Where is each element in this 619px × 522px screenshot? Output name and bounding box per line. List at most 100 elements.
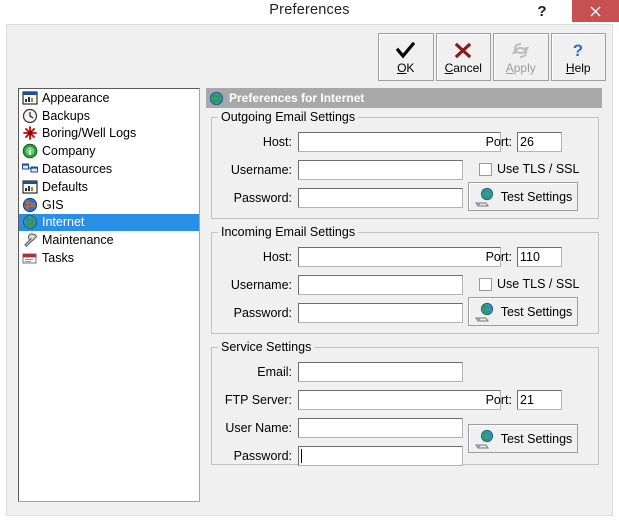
outgoing-username-input[interactable] <box>298 160 463 180</box>
sidebar-item-company[interactable]: i Company <box>19 142 199 160</box>
dialog-toolbar: OK Cancel Apply ? Help <box>378 33 606 81</box>
ok-button[interactable]: OK <box>378 33 434 81</box>
check-icon <box>396 39 416 61</box>
apply-button: Apply <box>493 33 549 81</box>
test-settings-label: Test Settings <box>500 304 573 319</box>
sidebar-item-label: Datasources <box>42 162 113 177</box>
help-button-label: Help <box>565 61 591 75</box>
globe-modem-icon <box>474 429 496 449</box>
title-bar: Preferences ? <box>0 0 619 24</box>
service-email-label: Email: <box>257 365 292 379</box>
cross-icon <box>454 39 472 61</box>
checkbox-label: Use TLS / SSL <box>497 162 580 176</box>
checkbox-box <box>479 277 492 291</box>
sidebar-item-appearance[interactable]: Appearance <box>19 89 199 107</box>
sidebar-item-defaults[interactable]: Defaults <box>19 178 199 196</box>
service-password-input[interactable] <box>298 446 463 466</box>
incoming-test-settings-button[interactable]: Test Settings <box>468 297 578 326</box>
service-password-label: Password: <box>233 449 292 463</box>
cancel-button[interactable]: Cancel <box>435 33 491 81</box>
service-settings-group: Service Settings Email: FTP Server: User… <box>211 340 599 466</box>
database-link-icon <box>22 161 38 177</box>
globe-modem-icon <box>474 187 496 207</box>
sidebar-item-label: GIS <box>42 197 64 212</box>
globe-modem-icon <box>474 302 496 322</box>
sidebar-item-maintenance[interactable]: Maintenance <box>19 231 199 249</box>
service-port-label: Port: <box>485 393 512 407</box>
incoming-username-label: Username: <box>230 278 292 292</box>
service-email-input[interactable] <box>298 362 463 382</box>
checkbox-label: Use TLS / SSL <box>497 277 580 291</box>
sidebar-item-label: Company <box>42 144 96 159</box>
outgoing-port-label: Port: <box>485 135 512 149</box>
panel-header: Preferences for Internet <box>206 88 602 108</box>
globe-icon <box>22 197 38 213</box>
sidebar-item-backups[interactable]: Backups <box>19 107 199 125</box>
checkbox-box <box>479 162 492 176</box>
window-close-button[interactable] <box>572 0 619 22</box>
sidebar-item-boring-well-logs[interactable]: Boring/Well Logs <box>19 125 199 143</box>
clock-icon <box>22 108 38 124</box>
outgoing-username-label: Username: <box>230 163 292 177</box>
group-legend: Outgoing Email Settings <box>218 110 359 124</box>
outgoing-password-input[interactable] <box>298 188 463 208</box>
cancel-button-label: Cancel <box>444 61 482 75</box>
test-settings-label: Test Settings <box>500 431 573 446</box>
group-legend: Incoming Email Settings <box>218 225 359 239</box>
globe-green-icon <box>22 214 38 230</box>
window-title: Preferences <box>269 2 350 18</box>
test-settings-label: Test Settings <box>500 189 573 204</box>
incoming-password-label: Password: <box>233 306 292 320</box>
outgoing-use-tls-checkbox[interactable]: Use TLS / SSL <box>479 162 579 176</box>
titlebar-help-button[interactable]: ? <box>528 0 556 22</box>
tasks-icon <box>22 250 38 266</box>
incoming-password-input[interactable] <box>298 303 463 323</box>
panel-header-title: Preferences for Internet <box>229 91 365 105</box>
service-user-name-input[interactable] <box>298 418 463 438</box>
ok-button-label: OK <box>397 61 415 75</box>
sidebar-item-tasks[interactable]: Tasks <box>19 249 199 267</box>
preferences-category-list[interactable]: Appearance Backups Boring/Well Logs i Co… <box>18 88 200 502</box>
service-ftp-server-label: FTP Server: <box>224 393 292 407</box>
sidebar-item-gis[interactable]: GIS <box>19 196 199 214</box>
help-button[interactable]: ? Help <box>550 33 606 81</box>
service-port-input[interactable]: 21 <box>517 390 562 410</box>
wrench-icon <box>22 232 38 248</box>
outgoing-email-settings-group: Outgoing Email Settings Host: Username: … <box>211 110 599 219</box>
svg-text:?: ? <box>573 41 583 59</box>
sidebar-item-label: Backups <box>42 108 90 123</box>
service-test-settings-button[interactable]: Test Settings <box>468 424 578 453</box>
dialog-body: OK Cancel Apply ? Help Appearance Backup… <box>6 24 613 516</box>
group-legend: Service Settings <box>218 340 315 354</box>
preferences-main-panel: Preferences for Internet Outgoing Email … <box>206 88 602 502</box>
globe-green-icon <box>209 91 224 106</box>
window-chart-icon <box>22 179 38 195</box>
apply-button-label: Apply <box>505 61 536 75</box>
outgoing-port-input[interactable]: 26 <box>517 132 562 152</box>
outgoing-host-label: Host: <box>262 135 292 149</box>
question-icon: ? <box>571 39 585 61</box>
sidebar-item-label: Tasks <box>42 251 74 266</box>
sidebar-item-internet[interactable]: Internet <box>19 213 199 232</box>
outgoing-test-settings-button[interactable]: Test Settings <box>468 182 578 211</box>
incoming-port-input[interactable]: 110 <box>517 247 562 267</box>
refresh-icon <box>511 39 530 61</box>
outgoing-password-label: Password: <box>233 191 292 205</box>
red-star-icon <box>22 125 38 141</box>
sidebar-item-label: Boring/Well Logs <box>42 126 137 141</box>
sidebar-item-label: Maintenance <box>42 233 114 248</box>
close-icon <box>590 6 601 17</box>
window-chart-icon <box>22 90 38 106</box>
incoming-username-input[interactable] <box>298 275 463 295</box>
incoming-use-tls-checkbox[interactable]: Use TLS / SSL <box>479 277 579 291</box>
incoming-port-label: Port: <box>485 250 512 264</box>
sidebar-item-label: Internet <box>42 215 85 230</box>
service-user-name-label: User Name: <box>225 421 292 435</box>
sidebar-item-label: Defaults <box>42 179 88 194</box>
incoming-host-label: Host: <box>262 250 292 264</box>
green-info-icon: i <box>22 143 38 159</box>
incoming-email-settings-group: Incoming Email Settings Host: Username: … <box>211 225 599 334</box>
preferences-window: Preferences ? OK Cancel Apply ? Help App… <box>0 0 619 522</box>
sidebar-item-datasources[interactable]: Datasources <box>19 160 199 178</box>
sidebar-item-label: Appearance <box>42 90 110 105</box>
